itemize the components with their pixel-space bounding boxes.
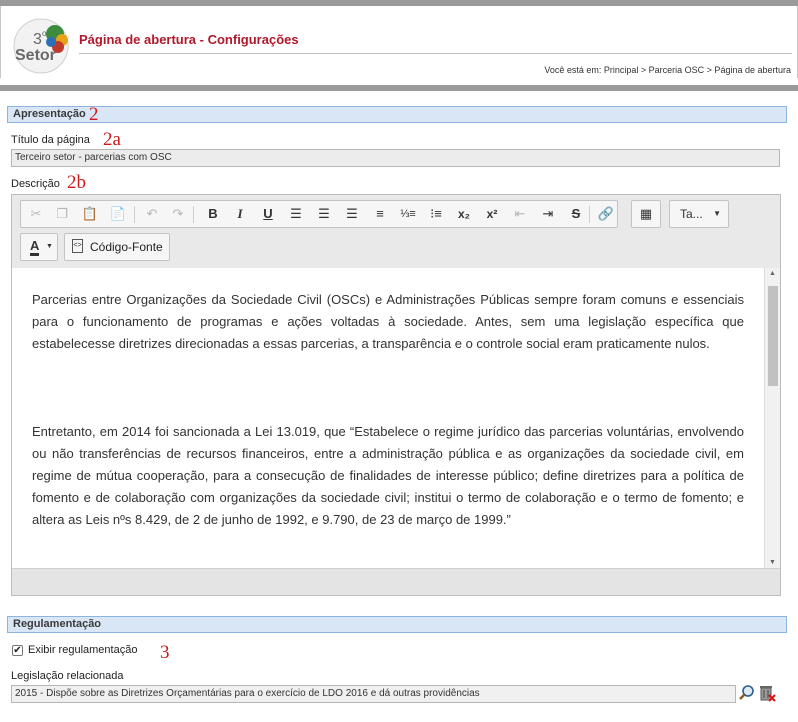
font-size-label: Ta...: [680, 207, 703, 221]
scrollbar-thumb[interactable]: [768, 286, 778, 386]
descricao-label: Descrição: [11, 178, 60, 190]
align-center-icon[interactable]: ☰: [313, 204, 335, 224]
ordered-list-icon[interactable]: ⅓≡: [397, 204, 419, 224]
italic-icon[interactable]: I: [229, 204, 251, 224]
section-apresentacao-title: Apresentação: [13, 108, 86, 120]
annotation-3: 3: [160, 642, 170, 663]
editor-scrollbar[interactable]: ▲ ▼: [764, 268, 780, 568]
source-code-icon: <>: [72, 239, 83, 253]
content-paragraph-2: Entretanto, em 2014 foi sancionada a Lei…: [32, 424, 744, 527]
annotation-2b: 2b: [67, 172, 86, 193]
paste-text-icon[interactable]: 📄: [107, 204, 129, 224]
description-editor: ✂ ❐ 📋 📄 ↶ ↷ B I U ☰ ☰ ☰ ≡ ⅓≡ ⁝≡ x₂ x² ⇤ …: [11, 194, 781, 596]
chevron-down-icon: ▼: [46, 243, 53, 250]
font-size-dropdown[interactable]: Ta... ▼: [669, 200, 729, 228]
justify-icon[interactable]: ≡: [369, 204, 391, 224]
toolbar-separator: [589, 206, 590, 223]
section-apresentacao: Apresentação: [7, 106, 787, 123]
exibir-regulamentacao-label: Exibir regulamentação: [28, 644, 138, 656]
bold-icon[interactable]: B: [202, 204, 224, 224]
breadcrumb: Você está em: Principal > Parceria OSC >…: [544, 65, 791, 75]
indent-icon[interactable]: ⇥: [537, 204, 559, 224]
search-icon[interactable]: [738, 684, 756, 702]
title-divider: [79, 53, 792, 54]
section-regulamentacao-title: Regulamentação: [13, 618, 102, 630]
section-regulamentacao: Regulamentação: [7, 616, 787, 633]
redo-icon[interactable]: ↷: [167, 204, 189, 224]
align-left-icon[interactable]: ☰: [285, 204, 307, 224]
text-color-label: A: [30, 238, 40, 256]
strikethrough-icon[interactable]: S: [565, 204, 587, 224]
cut-icon[interactable]: ✂: [25, 204, 47, 224]
delete-icon[interactable]: [758, 684, 776, 702]
toolbar-separator: [193, 206, 194, 223]
text-color-button[interactable]: A ▼: [20, 233, 58, 261]
exibir-regulamentacao-checkbox[interactable]: ✔: [12, 645, 23, 656]
align-right-icon[interactable]: ☰: [341, 204, 363, 224]
bullet-list-icon[interactable]: ⁝≡: [425, 204, 447, 224]
scroll-up-icon[interactable]: ▲: [769, 270, 776, 277]
page-title: Página de abertura - Configurações: [79, 32, 299, 47]
logo: 3 o Setor: [11, 14, 77, 74]
legislacao-label: Legislação relacionada: [11, 670, 124, 682]
annotation-2a: 2a: [103, 129, 121, 150]
svg-text:Setor: Setor: [15, 47, 56, 64]
svg-text:3: 3: [33, 31, 42, 48]
svg-text:o: o: [42, 29, 47, 38]
superscript-icon[interactable]: x²: [481, 204, 503, 224]
scroll-down-icon[interactable]: ▼: [769, 559, 776, 566]
source-code-label: Código-Fonte: [90, 240, 163, 254]
header-separator: [0, 85, 798, 91]
titulo-label: Título da página: [11, 134, 90, 146]
table-icon: ▦: [639, 206, 653, 221]
subscript-icon[interactable]: x₂: [453, 204, 475, 224]
legislacao-input[interactable]: 2015 - Dispõe sobre as Diretrizes Orçame…: [11, 685, 736, 703]
link-icon[interactable]: 🔗: [595, 204, 617, 224]
outdent-icon[interactable]: ⇤: [509, 204, 531, 224]
underline-icon[interactable]: U: [257, 204, 279, 224]
content-empty-line: [32, 377, 744, 399]
paste-icon[interactable]: 📋: [79, 204, 101, 224]
undo-icon[interactable]: ↶: [141, 204, 163, 224]
editor-content[interactable]: Parcerias entre Organizações da Sociedad…: [12, 268, 764, 568]
editor-statusbar: [12, 568, 780, 595]
copy-icon[interactable]: ❐: [51, 204, 73, 224]
annotation-2: 2: [89, 104, 99, 125]
titulo-input[interactable]: Terceiro setor - parcerias com OSC: [11, 149, 780, 167]
page-header: 3 o Setor Página de abertura - Configura…: [0, 6, 798, 78]
source-code-button[interactable]: <> Código-Fonte: [64, 233, 170, 261]
content-paragraph-1: Parcerias entre Organizações da Sociedad…: [32, 292, 744, 351]
chevron-down-icon: ▼: [713, 209, 721, 218]
table-button[interactable]: ▦: [631, 200, 661, 228]
toolbar-main-group: ✂ ❐ 📋 📄 ↶ ↷ B I U ☰ ☰ ☰ ≡ ⅓≡ ⁝≡ x₂ x² ⇤ …: [20, 200, 618, 228]
toolbar-separator: [134, 206, 135, 223]
